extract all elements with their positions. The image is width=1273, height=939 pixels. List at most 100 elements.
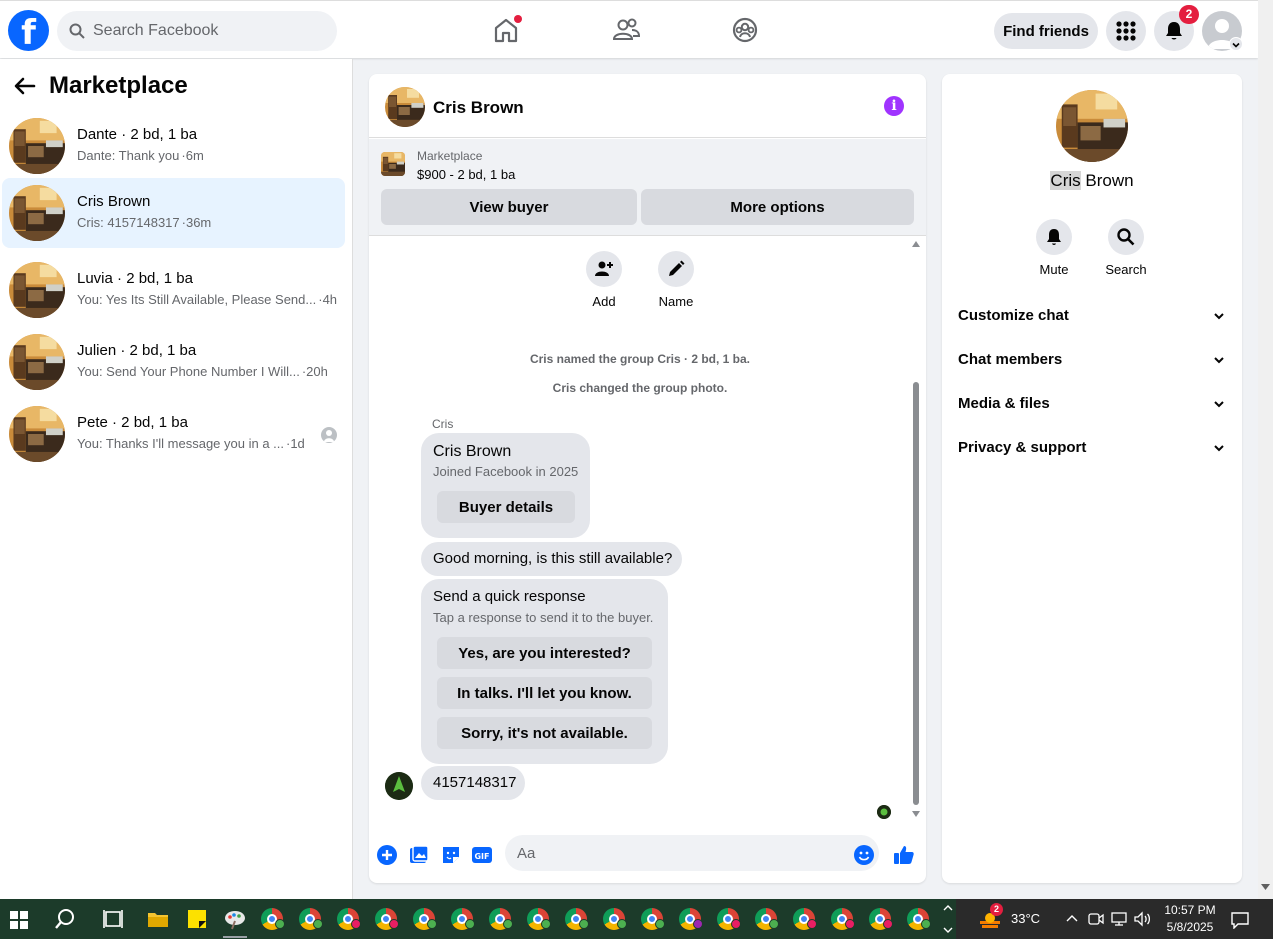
marketplace-inbox-sidebar: Marketplace Dante · 2 bd, 1 ba Dante: Th… [0, 59, 353, 899]
conversation-name: Pete · 2 bd, 1 ba [77, 414, 188, 431]
conversation-item[interactable]: Julien · 2 bd, 1 ba You: Send Your Phone… [2, 327, 345, 397]
chevron-up-icon[interactable] [1066, 911, 1078, 925]
listing-thumbnail [9, 118, 65, 174]
name-group-action[interactable]: Name [646, 251, 706, 309]
system-message: Cris changed the group photo. [552, 381, 728, 395]
chat-header: Cris Brown i [369, 74, 926, 138]
mute-label: Mute [1039, 262, 1069, 277]
read-receipt-avatar [877, 805, 891, 819]
profile-card-joined: Joined Facebook in 2025 [433, 464, 579, 479]
meet-now-icon[interactable] [1088, 911, 1104, 927]
photo-icon[interactable] [407, 843, 431, 867]
message-text: Good morning, is this still available? [433, 550, 673, 567]
add-person-icon [595, 261, 613, 276]
search-label: Search [1105, 262, 1147, 277]
conversation-time: ·36m [181, 215, 212, 230]
conversation-item-active[interactable]: Cris Brown Cris: 4157148317·36m [2, 178, 345, 248]
conversation-name: Luvia · 2 bd, 1 ba [77, 270, 193, 287]
conversation-name: Julien · 2 bd, 1 ba [77, 342, 197, 359]
conversation-item[interactable]: Pete · 2 bd, 1 ba You: Thanks I'll messa… [2, 399, 345, 469]
quick-response-option[interactable]: Sorry, it's not available. [437, 717, 652, 749]
listing-price[interactable]: $900 - 2 bd, 1 ba [417, 167, 515, 182]
taskbar-overflow-up-icon[interactable] [943, 903, 953, 913]
chat-large-avatar[interactable] [1056, 90, 1128, 162]
quick-response-title: Send a quick response [433, 588, 586, 605]
quick-response-bubble: Send a quick response Tap a response to … [421, 579, 668, 764]
notification-center-icon[interactable] [1230, 911, 1250, 929]
conversation-item[interactable]: Luvia · 2 bd, 1 ba You: Yes Its Still Av… [2, 255, 345, 325]
taskbar-overflow-down-icon[interactable] [943, 925, 953, 935]
customize-chat-section[interactable]: Customize chat [950, 296, 1234, 336]
search-icon[interactable] [53, 907, 77, 931]
privacy-support-section[interactable]: Privacy & support [950, 428, 1234, 468]
listing-label: Marketplace [417, 149, 483, 163]
info-icon[interactable]: i [884, 96, 904, 116]
page-title: Marketplace [49, 72, 188, 99]
menu-button[interactable] [1106, 11, 1146, 51]
conversation-preview: Dante: Thank you ·6m [77, 148, 204, 163]
message-bubble[interactable]: Good morning, is this still available? [421, 542, 682, 576]
scroll-up-arrow-icon[interactable] [912, 241, 920, 247]
message-input[interactable] [505, 835, 879, 871]
chat-title[interactable]: Cris Brown [433, 98, 524, 118]
quick-response-option[interactable]: Yes, are you interested? [437, 637, 652, 669]
view-buyer-button[interactable]: View buyer [381, 189, 637, 225]
listing-thumbnail [381, 152, 405, 176]
temperature[interactable]: 33°C [1011, 911, 1040, 926]
grid-menu-icon [1116, 21, 1136, 41]
clock-time[interactable]: 10:57 PM [1160, 903, 1220, 917]
chevron-down-icon [1214, 445, 1224, 452]
sticker-icon[interactable] [439, 843, 463, 867]
message-composer: GIF [369, 831, 926, 883]
conversation-name: Cris Brown [77, 193, 151, 210]
plus-icon[interactable] [375, 843, 399, 867]
back-arrow-icon[interactable] [14, 77, 36, 95]
more-options-button[interactable]: More options [641, 189, 914, 225]
facebook-logo-icon[interactable]: f [8, 10, 49, 51]
thumbs-up-icon[interactable] [892, 843, 916, 867]
clock-date[interactable]: 5/8/2025 [1160, 920, 1220, 934]
buyer-details-button[interactable]: Buyer details [437, 491, 575, 523]
listing-thumbnail [9, 185, 65, 241]
search-in-chat-action[interactable]: Search [1096, 219, 1156, 277]
notification-count-badge: 2 [1179, 5, 1199, 24]
window-scrollbar[interactable] [1258, 0, 1273, 899]
search-input[interactable] [93, 11, 323, 51]
conversation-item[interactable]: Dante · 2 bd, 1 ba Dante: Thank you ·6m [2, 111, 345, 181]
mute-action[interactable]: Mute [1024, 219, 1084, 277]
scroll-down-arrow-icon[interactable] [912, 811, 920, 817]
network-icon[interactable] [1111, 911, 1127, 927]
listing-thumbnail [9, 406, 65, 462]
media-files-section[interactable]: Media & files [950, 384, 1234, 424]
emoji-icon[interactable] [852, 843, 876, 867]
sender-label: Cris [432, 417, 454, 431]
search-box[interactable] [57, 11, 337, 51]
name-label: Name [658, 294, 694, 309]
bell-icon [1166, 22, 1182, 40]
file-explorer-icon[interactable] [146, 907, 170, 931]
message-thread[interactable]: Add Name Cris named the group Cris · 2 b… [369, 237, 926, 827]
task-view-icon[interactable] [101, 907, 125, 931]
pencil-icon [669, 260, 685, 276]
svg-text:GIF: GIF [474, 852, 489, 861]
message-scrollbar[interactable] [913, 382, 919, 805]
chat-avatar[interactable] [385, 87, 425, 127]
sender-avatar[interactable] [385, 772, 413, 800]
find-friends-button[interactable]: Find friends [994, 13, 1098, 49]
top-navigation-bar: f Find friends 2 [0, 0, 1258, 58]
windows-start-icon[interactable] [10, 911, 28, 929]
account-chevron-icon[interactable] [1229, 37, 1243, 51]
windows-taskbar: 2 33°C 10:57 PM 5/8/2025 [0, 899, 1273, 939]
sticky-notes-icon[interactable] [185, 907, 209, 931]
add-people-action[interactable]: Add [574, 251, 634, 309]
quick-response-option[interactable]: In talks. I'll let you know. [437, 677, 652, 709]
friends-icon[interactable] [611, 15, 641, 45]
weather-badge: 2 [990, 903, 1003, 916]
volume-icon[interactable] [1134, 911, 1152, 927]
message-bubble[interactable]: 4157148317 [421, 766, 525, 800]
paint-app-icon[interactable] [223, 907, 247, 931]
chat-members-section[interactable]: Chat members [950, 340, 1234, 380]
gif-icon[interactable]: GIF [470, 843, 494, 867]
search-icon [69, 23, 85, 39]
groups-icon[interactable] [730, 15, 760, 45]
